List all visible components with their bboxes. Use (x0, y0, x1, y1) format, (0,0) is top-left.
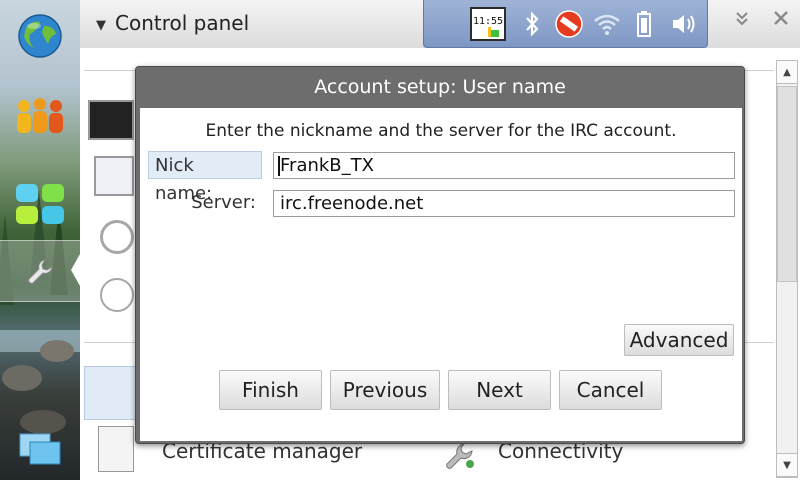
settings-button[interactable] (8, 240, 72, 304)
accounts-highlight (84, 366, 138, 420)
advanced-button[interactable]: Advanced (624, 324, 734, 356)
connectivity-icon (446, 443, 474, 469)
battery-icon[interactable] (632, 8, 656, 40)
dialog-description: Enter the nickname and the server for th… (205, 121, 677, 141)
minimize-icon[interactable] (734, 10, 750, 30)
bg-settings-tile (88, 100, 134, 140)
calendar-clock-icon (94, 156, 134, 196)
applications-button[interactable] (8, 172, 72, 236)
close-icon[interactable] (772, 8, 790, 32)
server-field[interactable]: irc.freenode.net (273, 190, 735, 217)
next-button[interactable]: Next (448, 370, 551, 410)
display-icon (100, 220, 134, 254)
nick-name-label: Nick name: (148, 151, 262, 204)
scroll-down-arrow-icon[interactable]: ▼ (776, 453, 798, 477)
task-navigator (0, 0, 80, 480)
scroll-up-arrow-icon[interactable]: ▲ (776, 60, 798, 84)
title-bar: ▼ Control panel 11:55 (80, 0, 800, 48)
contacts-button[interactable] (8, 84, 72, 148)
scrollbar-thumb[interactable] (777, 86, 797, 282)
globe-icon (18, 14, 62, 58)
finish-button[interactable]: Finish (219, 370, 322, 410)
cancel-button[interactable]: Cancel (559, 370, 662, 410)
nav-pointer (71, 254, 80, 286)
server-label: Server: (191, 192, 256, 213)
certificate-icon (98, 426, 134, 472)
dialog-title: Account setup: User name (314, 76, 566, 98)
account-setup-dialog: Account setup: User name Enter the nickn… (135, 66, 745, 444)
load-bars-icon (488, 27, 499, 37)
wrench-icon (28, 259, 53, 284)
window-title[interactable]: Control panel (115, 11, 249, 35)
windows-icon (19, 433, 61, 465)
app-grid-icon (16, 184, 64, 224)
previous-button[interactable]: Previous (330, 370, 440, 410)
people-icon (17, 98, 63, 133)
location-icon (100, 278, 134, 312)
wifi-icon[interactable] (590, 8, 624, 40)
clock-load-applet[interactable]: 11:55 (470, 7, 506, 41)
menu-arrow-icon[interactable]: ▼ (96, 18, 106, 33)
scenery-rock (40, 340, 74, 362)
bluetooth-icon[interactable] (520, 8, 544, 40)
presence-offline-icon[interactable] (552, 8, 586, 40)
text-caret (278, 156, 280, 176)
dialog-body: Enter the nickname and the server for th… (140, 108, 742, 441)
task-switcher-button[interactable] (8, 418, 72, 480)
scenery-rock (2, 365, 42, 391)
status-area[interactable]: 11:55 (423, 0, 708, 48)
volume-icon[interactable] (668, 8, 700, 40)
nick-name-field[interactable]: FrankB_TX (273, 152, 735, 179)
web-browser-button[interactable] (8, 4, 72, 68)
